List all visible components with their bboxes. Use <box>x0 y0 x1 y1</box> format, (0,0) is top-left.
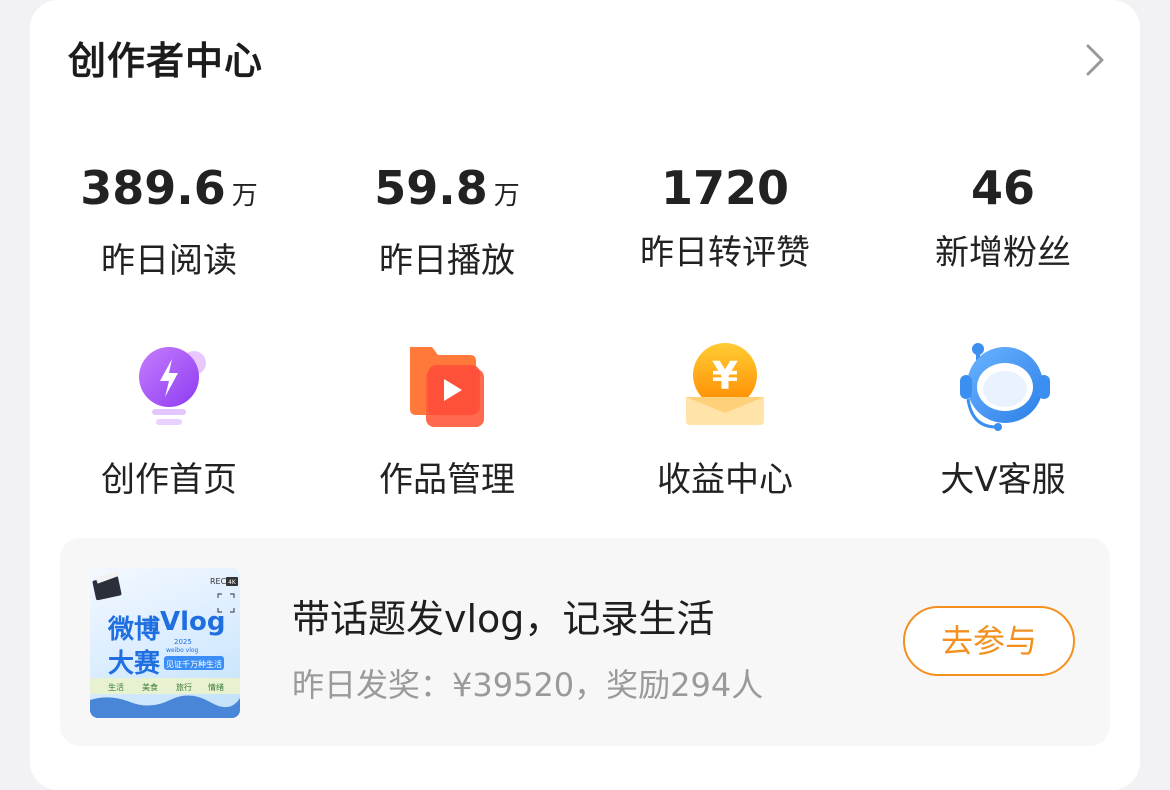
poster-title-line2: 大赛 <box>108 648 161 679</box>
headset-service-icon <box>960 343 1050 431</box>
stat-value: 59.8 <box>374 161 488 215</box>
tool-label: 作品管理 <box>379 460 515 500</box>
campaign-thumbnail: REC 4K 微博 Vlog 2025 weibo vlog 大赛 见证千万种生… <box>90 568 240 718</box>
lightbulb-bolt-icon <box>139 347 206 425</box>
stat-unit: 万 <box>231 181 258 211</box>
stat-value: 1720 <box>660 161 790 215</box>
tool-label: 创作首页 <box>101 460 237 500</box>
rec-label: REC <box>210 577 227 586</box>
tool-label: 大V客服 <box>940 460 1066 500</box>
yuan-coin-icon: ¥ <box>686 343 764 425</box>
stat-unit: 万 <box>493 181 520 211</box>
tool-creation-home[interactable]: 创作首页 <box>30 335 308 501</box>
join-button[interactable]: 去参与 <box>903 606 1075 676</box>
chevron-right-icon[interactable] <box>1080 40 1110 80</box>
stat-yesterday-reads[interactable]: 389.6 万 昨日阅读 <box>30 160 308 282</box>
tool-label: 收益中心 <box>657 460 793 500</box>
poster-ribbon: 见证千万种生活 <box>166 659 222 669</box>
campaign-poster-graphic: REC 4K 微博 Vlog 2025 weibo vlog 大赛 见证千万种生… <box>90 569 240 718</box>
creator-center-card: 创作者中心 389.6 万 昨日阅读 59.8 万 昨日播放 1720 昨日转评赞 … <box>30 0 1140 790</box>
poster-year: 2025 <box>174 638 192 646</box>
stat-label: 昨日阅读 <box>101 241 237 281</box>
4k-badge: 4K <box>228 579 237 586</box>
poster-sub: weibo vlog <box>166 647 199 654</box>
poster-tag: 旅行 <box>176 682 192 692</box>
stat-value: 389.6 <box>80 161 226 215</box>
stat-yesterday-plays[interactable]: 59.8 万 昨日播放 <box>308 160 586 282</box>
stat-yesterday-engagement[interactable]: 1720 昨日转评赞 <box>586 160 864 274</box>
poster-tag: 生活 <box>108 682 124 692</box>
video-folder-icon <box>410 347 484 427</box>
tool-works-management[interactable]: 作品管理 <box>308 335 586 501</box>
stat-label: 昨日播放 <box>379 241 515 281</box>
card-title: 创作者中心 <box>68 39 264 83</box>
tool-vip-customer-service[interactable]: 大V客服 <box>864 335 1142 501</box>
banner-title: 带话题发vlog，记录生活 <box>292 597 715 641</box>
vlog-campaign-banner[interactable]: REC 4K 微博 Vlog 2025 weibo vlog 大赛 见证千万种生… <box>60 538 1110 746</box>
tool-revenue-center[interactable]: ¥ 收益中心 <box>586 335 864 501</box>
stat-label: 新增粉丝 <box>935 233 1071 273</box>
poster-tag: 情绪 <box>208 682 224 692</box>
banner-subtitle: 昨日发奖：¥39520，奖励294人 <box>292 666 764 704</box>
poster-title-vlog: Vlog <box>160 607 226 637</box>
poster-title-line1: 微博 <box>107 614 160 645</box>
stat-label: 昨日转评赞 <box>640 233 810 273</box>
svg-text:¥: ¥ <box>712 354 738 398</box>
poster-tag: 美食 <box>142 682 158 692</box>
stat-value: 46 <box>970 161 1035 215</box>
stat-new-followers[interactable]: 46 新增粉丝 <box>864 160 1142 274</box>
